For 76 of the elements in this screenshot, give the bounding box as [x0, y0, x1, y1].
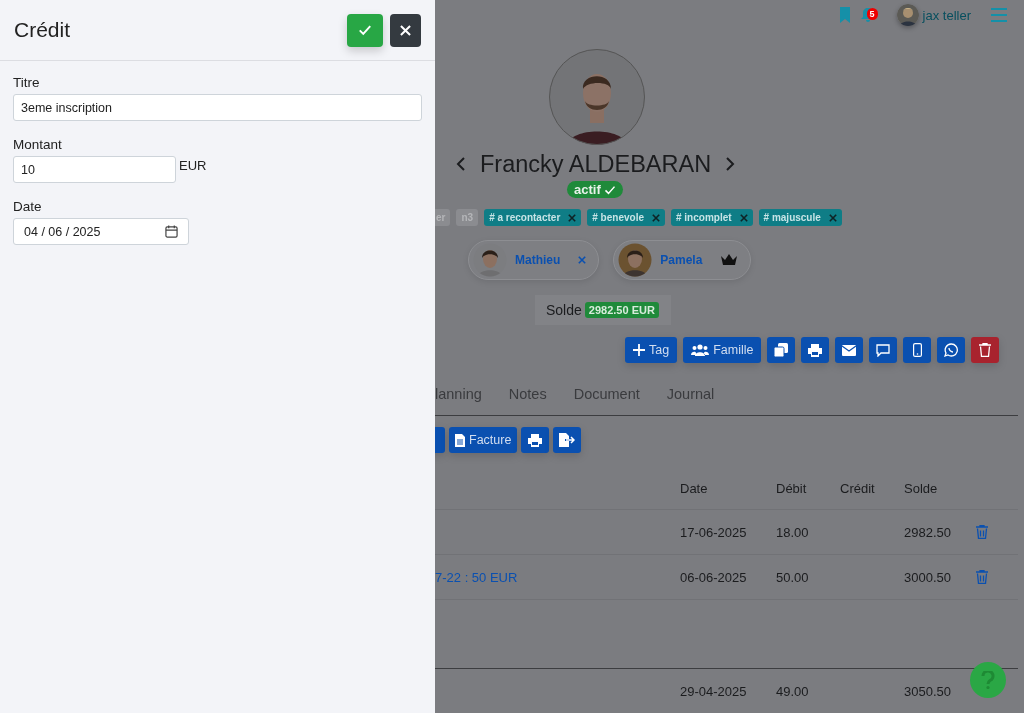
column-header: Solde [904, 480, 939, 496]
chevron-right-icon[interactable] [725, 156, 736, 172]
crown-icon [720, 253, 739, 267]
table-cell-text: 17-06-2025 [680, 524, 748, 540]
panel-title: Crédit [14, 18, 71, 42]
tab[interactable]: Document [573, 381, 640, 415]
table-cell-text: 49.00 [776, 683, 810, 699]
tab[interactable]: Notes [508, 381, 547, 415]
remove-icon[interactable] [652, 213, 660, 222]
tag: # incomplet [671, 209, 753, 226]
duplicate-button[interactable] [767, 337, 796, 363]
notifications-button[interactable]: 5 [860, 7, 875, 23]
table-cell-text: 2982.50 [904, 524, 952, 540]
balance-label: Solde [546, 302, 582, 318]
status-badge: actif [567, 181, 623, 198]
input-field[interactable]: 3eme inscription [13, 94, 422, 121]
whatsapp-icon [944, 343, 959, 357]
print-button[interactable] [521, 427, 550, 453]
question-icon [981, 671, 995, 689]
tab[interactable]: lanning [435, 381, 482, 415]
table-cell-text: 29-04-2025 [680, 683, 748, 699]
remove-icon[interactable] [568, 213, 577, 222]
field-label: Date [13, 199, 43, 214]
input-field[interactable]: 10 [13, 156, 176, 183]
phone-icon [912, 343, 922, 357]
tag: # a recontacter [484, 209, 582, 226]
whatsapp-button[interactable] [937, 337, 966, 363]
table-cell-text: 50.00 [776, 569, 810, 585]
table-cell-text: 3050.50 [904, 683, 952, 699]
tag: # benevole [587, 209, 665, 226]
field-label: Titre [13, 75, 41, 90]
table-cell-text: 18.00 [776, 524, 810, 540]
tag: # majuscule [758, 209, 842, 226]
balance-badge: 2982.50 EUR [584, 302, 659, 318]
user-name-link[interactable]: jax teller [922, 7, 971, 23]
family-button[interactable]: Famille [683, 337, 762, 363]
chevron-left-icon[interactable] [456, 156, 466, 172]
remove-icon[interactable] [828, 213, 837, 222]
unit-label: EUR [179, 158, 207, 173]
invoice-button[interactable]: Facture [449, 427, 518, 453]
users-icon [691, 344, 710, 356]
field-label: Montant [13, 137, 63, 152]
notification-badge: 5 [866, 8, 878, 20]
export-button[interactable] [553, 427, 582, 453]
check-icon [358, 23, 372, 37]
document-icon [455, 433, 465, 447]
family-member-chip[interactable]: Pamela [613, 240, 752, 280]
column-header: Date [680, 480, 709, 496]
phone-button[interactable] [903, 337, 932, 363]
envelope-icon [842, 344, 857, 356]
family-member-chip[interactable]: Mathieu [468, 240, 600, 280]
calendar-icon [165, 225, 178, 238]
table-cell-text: 3000.50 [904, 569, 952, 585]
close-icon [400, 24, 411, 36]
file-export-icon [559, 433, 576, 447]
chat-icon [876, 343, 891, 357]
entry-link[interactable]: 7-22 : 50 EUR [435, 569, 518, 585]
copy-icon [774, 343, 789, 357]
print-button[interactable] [801, 337, 830, 363]
mail-button[interactable] [835, 337, 864, 363]
remove-icon[interactable] [739, 213, 748, 222]
table-cell-text: 06-06-2025 [680, 569, 748, 585]
profile-name: Francky ALDEBARAN [480, 150, 712, 178]
plus-icon [633, 344, 645, 356]
date-field[interactable]: 04 / 06 / 2025 [13, 218, 189, 245]
printer-icon [528, 433, 543, 447]
confirm-button[interactable] [347, 13, 383, 47]
tab[interactable]: Journal [666, 381, 715, 415]
close-button[interactable] [390, 13, 421, 47]
delete-button[interactable] [971, 337, 1000, 363]
tag-button[interactable]: Tag [625, 337, 678, 363]
printer-icon [808, 343, 823, 357]
message-button[interactable] [869, 337, 898, 363]
column-header: Débit [776, 480, 808, 496]
trash-icon [979, 343, 992, 357]
column-header: Crédit [840, 480, 876, 496]
